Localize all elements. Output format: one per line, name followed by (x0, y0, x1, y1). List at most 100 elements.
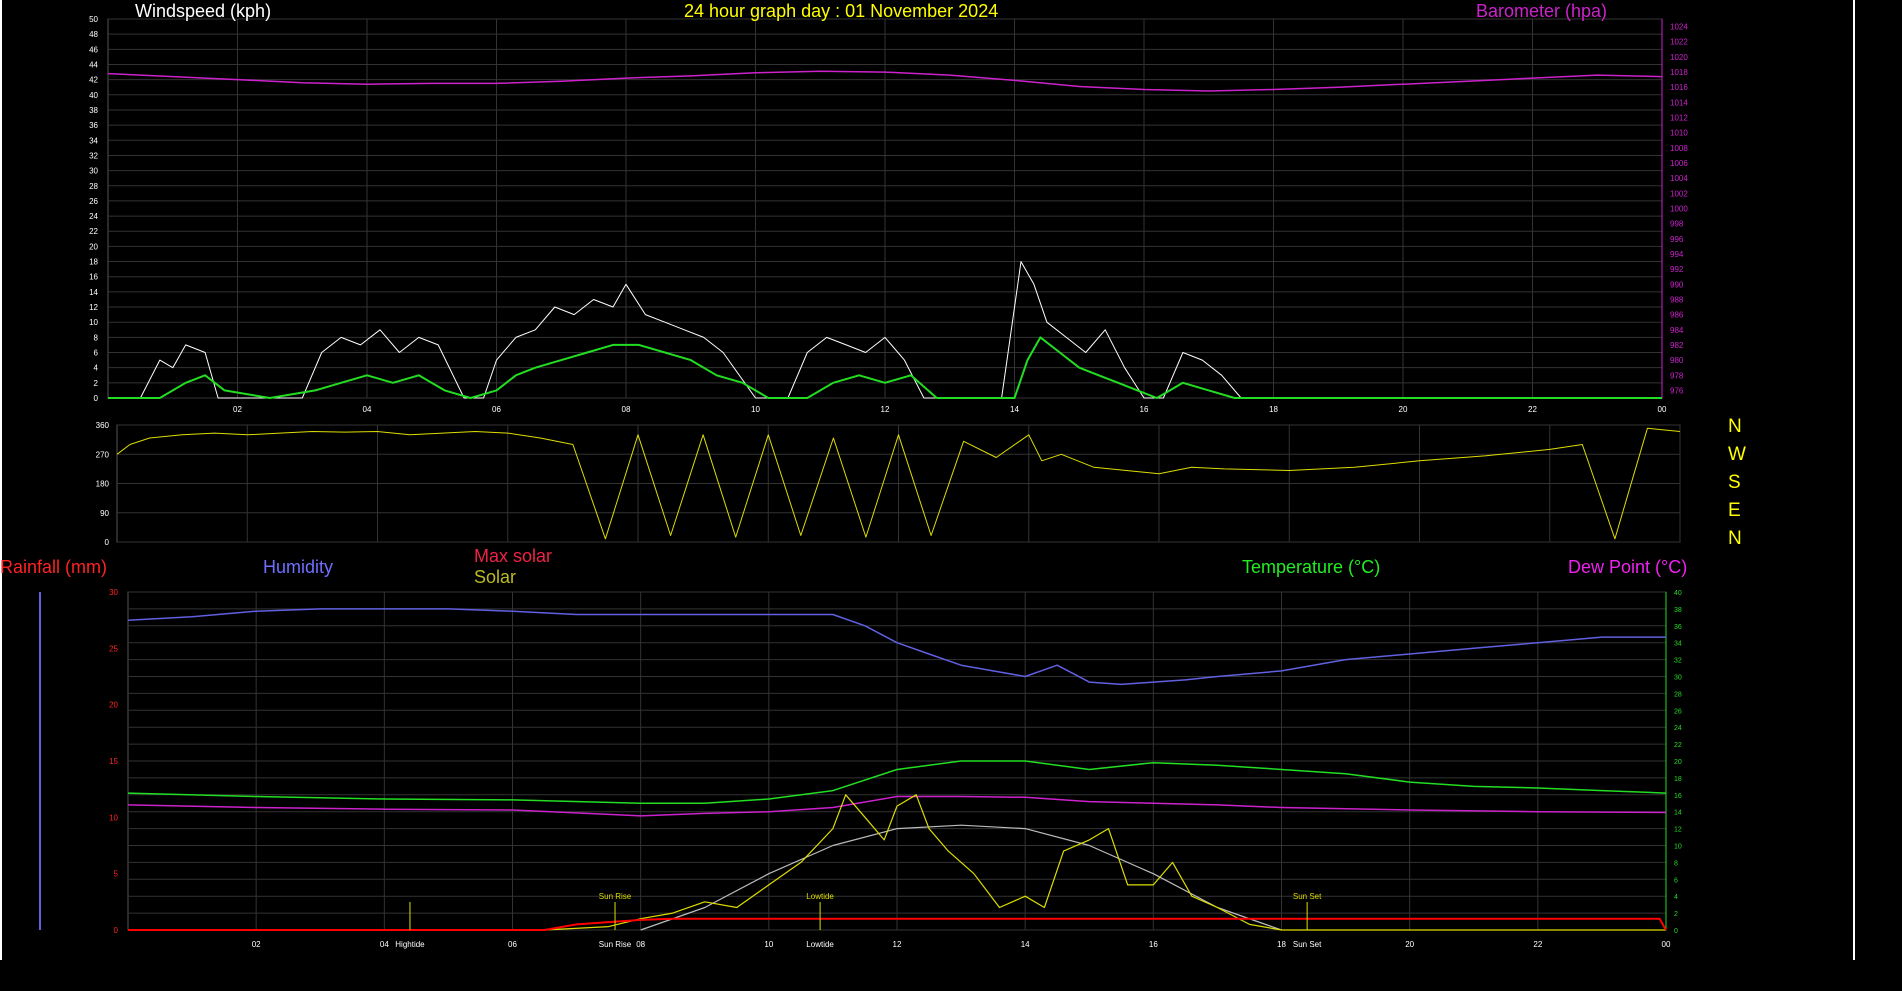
lower-time-tick-label: 20 (1405, 940, 1414, 949)
direction-tick-label: 90 (100, 509, 109, 518)
wind-time-tick-label: 16 (1140, 405, 1149, 414)
lower-time-tick-label: 18 (1277, 940, 1286, 949)
lower-time-tick-label: 06 (508, 940, 517, 949)
temperature-tick-label: 26 (1674, 708, 1682, 715)
wind-tick-label: 32 (89, 151, 98, 160)
barometer-tick-label: 984 (1670, 326, 1684, 335)
compass-w: W (1728, 444, 1746, 465)
wind-time-tick-label: 00 (1658, 405, 1667, 414)
wind-time-tick-label: 08 (622, 405, 631, 414)
rainfall-tick-label: 5 (114, 870, 119, 879)
barometer-tick-label: 978 (1670, 371, 1684, 380)
lower-time-tick-label: 08 (636, 940, 645, 949)
humidity-legend: Humidity (263, 557, 334, 577)
temperature-tick-label: 24 (1674, 725, 1682, 732)
panel-left-edge (0, 0, 2, 960)
lower-time-tick-label: 22 (1533, 940, 1542, 949)
wind-time-tick-label: 18 (1269, 405, 1278, 414)
temperature-tick-label: 14 (1674, 810, 1682, 817)
temperature-tick-label: 22 (1674, 742, 1682, 749)
wind-time-tick-label: 02 (233, 405, 242, 414)
barometer-tick-label: 1014 (1670, 98, 1688, 107)
barometer-tick-label: 1008 (1670, 144, 1688, 153)
wind-tick-label: 10 (89, 318, 98, 327)
lower-time-tick-label: 14 (1021, 940, 1030, 949)
wind-time-tick-label: 14 (1010, 405, 1019, 414)
barometer-tick-label: 1022 (1670, 38, 1688, 47)
max-solar-line (640, 824, 1282, 931)
wind-tick-label: 48 (89, 30, 98, 39)
wind-tick-label: 18 (89, 258, 98, 267)
wind-tick-label: 0 (94, 394, 99, 403)
direction-tick-label: 270 (96, 450, 110, 459)
wind-tick-label: 24 (89, 212, 98, 221)
temperature-tick-label: 18 (1674, 776, 1682, 783)
wind-time-tick-label: 06 (492, 405, 501, 414)
lower-time-tick-label: 04 (380, 940, 389, 949)
panel-divider (1853, 0, 1855, 960)
temperature-tick-label: 8 (1674, 860, 1678, 867)
wind-time-tick-label: 04 (363, 405, 372, 414)
wind-tick-label: 6 (94, 349, 99, 358)
temperature-tick-label: 38 (1674, 607, 1682, 614)
temperature-tick-label: 30 (1674, 675, 1682, 682)
direction-tick-label: 180 (96, 480, 110, 489)
barometer-tick-label: 1024 (1670, 23, 1688, 32)
compass-s: S (1728, 472, 1741, 493)
wind-tick-label: 44 (89, 60, 98, 69)
lower-time-tick-label: 12 (893, 940, 902, 949)
low-tide-label: Lowtide (806, 892, 834, 901)
barometer-tick-label: 998 (1670, 220, 1684, 229)
lower-time-tick-label: 00 (1662, 940, 1671, 949)
barometer-tick-label: 994 (1670, 250, 1684, 259)
rainfall-tick-label: 20 (109, 701, 118, 710)
compass-e: E (1728, 500, 1741, 521)
wind-tick-label: 22 (89, 227, 98, 236)
wind-tick-label: 34 (89, 136, 98, 145)
barometer-tick-label: 1004 (1670, 174, 1688, 183)
weather-graph: 0246810121416182022242628303234363840424… (39, 15, 1688, 949)
barometer-tick-label: 1006 (1670, 159, 1688, 168)
rainfall-tick-label: 0 (114, 926, 119, 935)
barometer-tick-label: 1002 (1670, 189, 1688, 198)
direction-tick-label: 360 (96, 421, 110, 430)
solar-legend: Solar (474, 567, 517, 587)
wind-tick-label: 16 (89, 273, 98, 282)
wind-tick-label: 46 (89, 45, 98, 54)
windspeed-axis-title: Windspeed (kph) (135, 1, 272, 21)
wind-tick-label: 8 (94, 333, 99, 342)
wind-tick-label: 28 (89, 182, 98, 191)
lower-time-tick-label: 02 (252, 940, 261, 949)
sun-set-label: Sun Set (1293, 892, 1322, 901)
wind-tick-label: 40 (89, 91, 98, 100)
barometer-tick-label: 1018 (1670, 68, 1688, 77)
wind-tick-label: 26 (89, 197, 98, 206)
wind-tick-label: 14 (89, 288, 98, 297)
barometer-tick-label: 992 (1670, 265, 1684, 274)
rainfall-tick-label: 25 (109, 644, 118, 653)
wind-time-tick-label: 20 (1399, 405, 1408, 414)
max-solar-legend: Max solar (474, 546, 553, 566)
lower-time-tick-label: 10 (764, 940, 773, 949)
wind-tick-label: 50 (89, 15, 98, 24)
temperature-tick-label: 34 (1674, 641, 1682, 648)
wind-tick-label: 38 (89, 106, 98, 115)
temperature-tick-label: 4 (1674, 894, 1678, 901)
barometer-tick-label: 988 (1670, 295, 1684, 304)
temperature-tick-label: 40 (1674, 590, 1682, 597)
wind-tick-label: 4 (94, 364, 99, 373)
temperature-tick-label: 32 (1674, 658, 1682, 665)
compass-n-top: N (1728, 416, 1742, 437)
rainfall-legend: Rainfall (mm) (0, 557, 108, 577)
temperature-tick-label: 6 (1674, 877, 1678, 884)
temperature-tick-label: 20 (1674, 759, 1682, 766)
barometer-tick-label: 1012 (1670, 114, 1688, 123)
dew-point-legend: Dew Point (°C) (1568, 557, 1688, 577)
rainfall-tick-label: 30 (109, 588, 118, 597)
barometer-tick-label: 976 (1670, 386, 1684, 395)
barometer-tick-label: 1000 (1670, 205, 1688, 214)
wind-tick-label: 20 (89, 242, 98, 251)
wind-time-tick-label: 10 (751, 405, 760, 414)
barometer-tick-label: 982 (1670, 341, 1684, 350)
wind-time-tick-label: 22 (1528, 405, 1537, 414)
